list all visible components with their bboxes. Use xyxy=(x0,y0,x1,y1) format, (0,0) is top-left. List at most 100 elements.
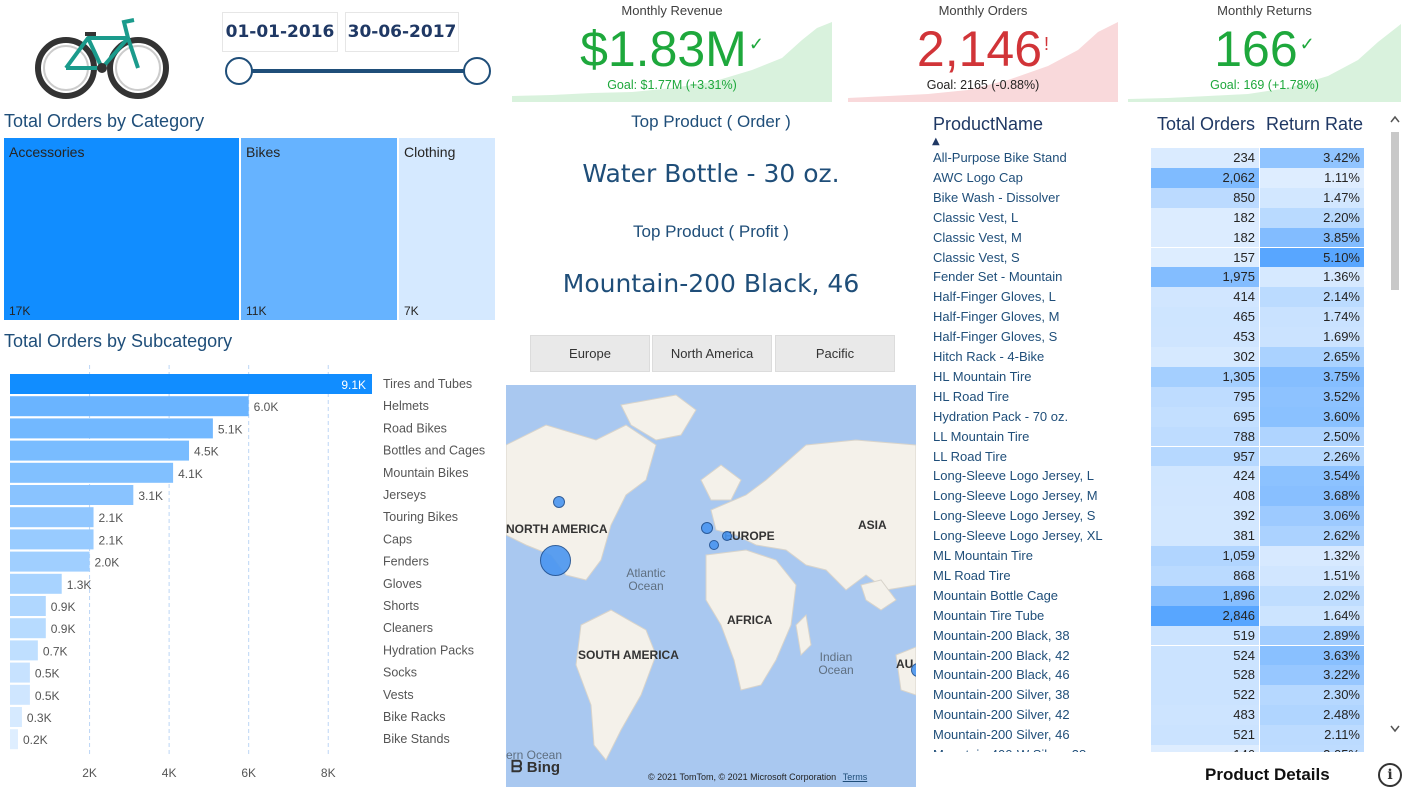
table-row[interactable]: Hitch Rack - 4-Bike 302 2.65% xyxy=(928,347,1373,367)
product-name-cell: Fender Set - Mountain xyxy=(933,269,1063,285)
table-row[interactable]: Mountain-200 Silver, 38 522 2.30% xyxy=(928,685,1373,706)
map-bubble-germany[interactable] xyxy=(722,531,732,541)
top-product-profit-title: Top Product ( Profit ) xyxy=(633,222,789,241)
col-header-product-name[interactable]: ProductName xyxy=(933,114,1043,135)
bar-cleaners[interactable] xyxy=(10,618,46,639)
table-row[interactable]: Mountain-400-W Silver, 38 1462.05% xyxy=(928,745,1373,752)
bar-socks[interactable] xyxy=(10,662,30,683)
treemap-tile-bikes[interactable]: Bikes 11K xyxy=(241,138,397,320)
kpi-card-revenue[interactable]: Monthly Revenue $1.83M ✓ Goal: $1.77M (+3… xyxy=(512,0,832,102)
table-row[interactable]: Mountain-200 Black, 42 524 3.63% xyxy=(928,645,1373,666)
bar-data-label: 9.1K xyxy=(341,378,366,392)
map-bubble-uk[interactable] xyxy=(701,522,713,534)
table-row[interactable]: ML Mountain Tire 1,059 1.32% xyxy=(928,546,1373,566)
bar-helmets[interactable] xyxy=(10,396,249,417)
bar-bike-racks[interactable] xyxy=(10,707,22,727)
table-row[interactable]: All-Purpose Bike Stand 234 3.42% xyxy=(928,148,1373,168)
product-name-cell: Mountain-200 Silver, 46 xyxy=(933,727,1070,743)
table-row[interactable]: Half-Finger Gloves, L 414 2.14% xyxy=(928,287,1373,308)
info-icon[interactable]: i xyxy=(1378,763,1402,787)
region-button-north-america[interactable]: North America xyxy=(652,335,772,372)
end-date-input[interactable]: 30-06-2017 xyxy=(345,12,459,52)
kpi-card-returns[interactable]: Monthly Returns 166 ✓ Goal: 169 (+1.78%) xyxy=(1128,0,1401,102)
bar-tires-and-tubes[interactable] xyxy=(10,374,372,394)
bar-bike-stands[interactable] xyxy=(10,729,18,750)
treemap-label: Accessories xyxy=(9,144,85,160)
table-row[interactable]: Half-Finger Gloves, S 453 1.69% xyxy=(928,327,1373,347)
table-row[interactable]: Long-Sleeve Logo Jersey, L 424 3.54% xyxy=(928,466,1373,487)
return-rate-cell: 2.50% xyxy=(1260,426,1364,447)
table-row[interactable]: Classic Vest, L 182 2.20% xyxy=(928,207,1373,228)
treemap-tile-accessories[interactable]: Accessories 17K xyxy=(4,138,239,320)
table-row[interactable]: Classic Vest, M 182 3.85% xyxy=(928,227,1373,248)
map-bubble-us[interactable] xyxy=(540,545,571,576)
table-row[interactable]: LL Road Tire 957 2.26% xyxy=(928,446,1373,467)
table-row[interactable]: Mountain-200 Black, 38 519 2.89% xyxy=(928,625,1373,646)
table-row[interactable]: AWC Logo Cap 2,062 1.11% xyxy=(928,167,1373,188)
product-name-cell: Mountain Bottle Cage xyxy=(933,587,1059,603)
table-row[interactable]: Mountain Bottle Cage 1,896 2.02% xyxy=(928,585,1373,606)
treemap-tile-clothing[interactable]: Clothing 7K xyxy=(399,138,495,320)
table-row[interactable]: Bike Wash - Dissolver 850 1.47% xyxy=(928,187,1373,208)
bar-data-label: 1.3K xyxy=(67,578,92,592)
table-row[interactable]: LL Mountain Tire 788 2.50% xyxy=(928,426,1373,447)
x-tick-label: 4K xyxy=(162,766,177,780)
col-header-total-orders[interactable]: Total Orders xyxy=(1157,114,1255,135)
table-row[interactable]: Mountain Tire Tube 2,846 1.64% xyxy=(928,605,1373,626)
bar-caps[interactable] xyxy=(10,529,94,550)
date-range-slider-track[interactable] xyxy=(240,69,478,73)
table-row[interactable]: Classic Vest, S 157 5.10% xyxy=(928,247,1373,268)
bar-shorts[interactable] xyxy=(10,596,46,616)
bar-vests[interactable] xyxy=(10,684,30,705)
date-slider-start-handle[interactable] xyxy=(225,57,253,85)
table-row[interactable]: Long-Sleeve Logo Jersey, S 392 3.06% xyxy=(928,506,1373,527)
table-row[interactable]: Half-Finger Gloves, M 465 1.74% xyxy=(928,307,1373,328)
product-name-cell: Mountain-200 Black, 46 xyxy=(933,667,1070,683)
bar-road-bikes[interactable] xyxy=(10,418,213,439)
region-button-europe[interactable]: Europe xyxy=(530,335,650,372)
return-rate-cell: 3.22% xyxy=(1260,665,1364,686)
check-icon: ✓ xyxy=(748,34,764,54)
table-row[interactable]: Mountain-200 Black, 46 528 3.22% xyxy=(928,665,1373,686)
start-date-input[interactable]: 01-01-2016 xyxy=(222,12,338,52)
table-row[interactable]: ML Road Tire 868 1.51% xyxy=(928,565,1373,586)
bar-touring-bikes[interactable] xyxy=(10,507,94,528)
table-row[interactable]: Mountain-200 Silver, 46 521 2.11% xyxy=(928,725,1373,745)
kpi-card-orders[interactable]: Monthly Orders 2,146! Goal: 2165 (-0.88%… xyxy=(848,0,1118,102)
map-terms-link[interactable]: Terms xyxy=(843,772,868,782)
region-button-pacific[interactable]: Pacific xyxy=(775,335,895,372)
bike-logo-icon xyxy=(35,18,169,99)
total-orders-cell: 465 xyxy=(1151,307,1259,328)
table-row[interactable]: HL Mountain Tire 1,305 3.75% xyxy=(928,366,1373,387)
table-row[interactable]: Long-Sleeve Logo Jersey, M 408 3.68% xyxy=(928,486,1373,507)
subcategory-chart-title: Total Orders by Subcategory xyxy=(4,331,233,351)
bar-fenders[interactable] xyxy=(10,551,90,572)
total-orders-cell: 414 xyxy=(1151,287,1259,308)
bar-gloves[interactable] xyxy=(10,573,62,594)
date-slider-end-handle[interactable] xyxy=(463,57,491,85)
table-row[interactable]: Mountain-200 Silver, 42 483 2.48% xyxy=(928,705,1373,726)
bar-bottles-and-cages[interactable] xyxy=(10,440,190,461)
map-label-atlantic: Atlantic Ocean xyxy=(626,566,666,593)
table-row[interactable]: Fender Set - Mountain 1,975 1.36% xyxy=(928,267,1373,288)
bar-jerseys[interactable] xyxy=(10,485,134,505)
return-rate-cell: 2.89% xyxy=(1260,625,1364,646)
table-row[interactable]: Hydration Pack - 70 oz. 695 3.60% xyxy=(928,406,1373,427)
product-details-table[interactable]: ProductName ▲ Total Orders Return Rate A… xyxy=(928,112,1373,752)
kpi-value: 2,146! xyxy=(916,21,1050,77)
map-bubble-france[interactable] xyxy=(709,540,719,550)
treemap-value: 11K xyxy=(246,304,267,318)
return-rate-cell: 3.75% xyxy=(1260,366,1364,387)
table-row[interactable]: Long-Sleeve Logo Jersey, XL 381 2.62% xyxy=(928,526,1373,546)
subcategory-bar-chart[interactable]: 2K 4K 6K 8K 9.1K Tires and Tubes 6.0K Helmets 5.… xyxy=(10,365,500,785)
table-scrollbar[interactable] xyxy=(1389,112,1401,738)
orders-map[interactable]: NORTH AMERICA EUROPE ASIA AFRICA SOUTH A… xyxy=(506,385,916,787)
map-label-africa: AFRICA xyxy=(727,613,773,627)
table-row[interactable]: HL Road Tire 795 3.52% xyxy=(928,386,1373,407)
bar-hydration-packs[interactable] xyxy=(10,640,38,661)
world-landmass xyxy=(506,394,916,761)
return-rate-cell: 1.51% xyxy=(1260,565,1364,586)
map-bubble-canada[interactable] xyxy=(553,496,565,508)
bar-mountain-bikes[interactable] xyxy=(10,462,174,483)
col-header-return-rate[interactable]: Return Rate xyxy=(1266,114,1363,135)
